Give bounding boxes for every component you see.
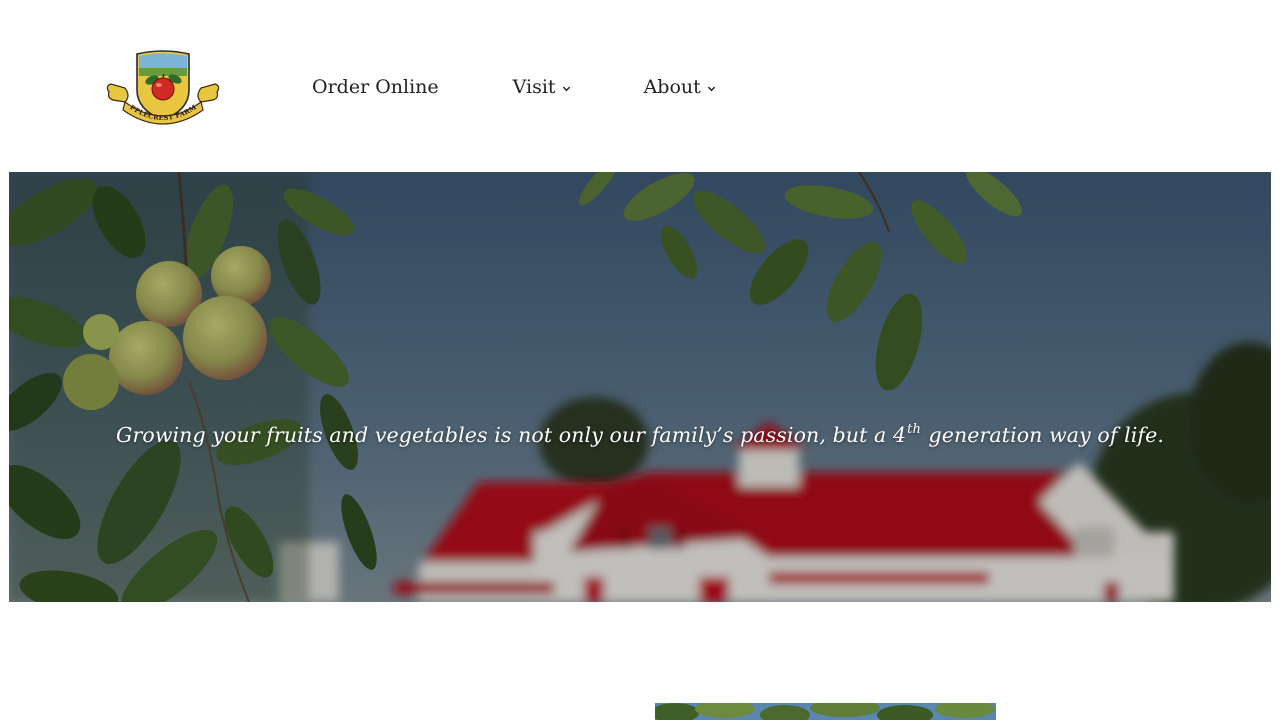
chevron-down-icon: [562, 86, 570, 91]
hero-overlay: [9, 172, 1271, 602]
applecrest-logo[interactable]: APPLECREST FARMS: [103, 46, 223, 128]
nav-order-online[interactable]: Order Online: [312, 76, 439, 98]
nav-visit[interactable]: Visit: [513, 76, 571, 98]
nav-about[interactable]: About: [644, 76, 716, 98]
page: APPLECREST FARMS Order Online Visit Abou…: [0, 0, 1280, 720]
hero-tagline: Growing your fruits and vegetables is no…: [9, 422, 1271, 447]
main-nav: Order Online Visit About: [312, 72, 716, 102]
site-header: APPLECREST FARMS Order Online Visit Abou…: [0, 0, 1280, 172]
content-image-preview: [655, 703, 996, 720]
nav-visit-label: Visit: [512, 76, 556, 98]
hero-tagline-end: generation way of life.: [921, 423, 1164, 447]
hero-tagline-sup: th: [907, 422, 921, 437]
hero-tagline-main: Growing your fruits and vegetables is no…: [116, 423, 907, 447]
chevron-down-icon: [707, 86, 715, 91]
orchard-image: [655, 703, 996, 720]
hero-banner: Growing your fruits and vegetables is no…: [9, 172, 1271, 602]
nav-about-label: About: [643, 76, 701, 98]
nav-order-online-label: Order Online: [312, 76, 439, 98]
